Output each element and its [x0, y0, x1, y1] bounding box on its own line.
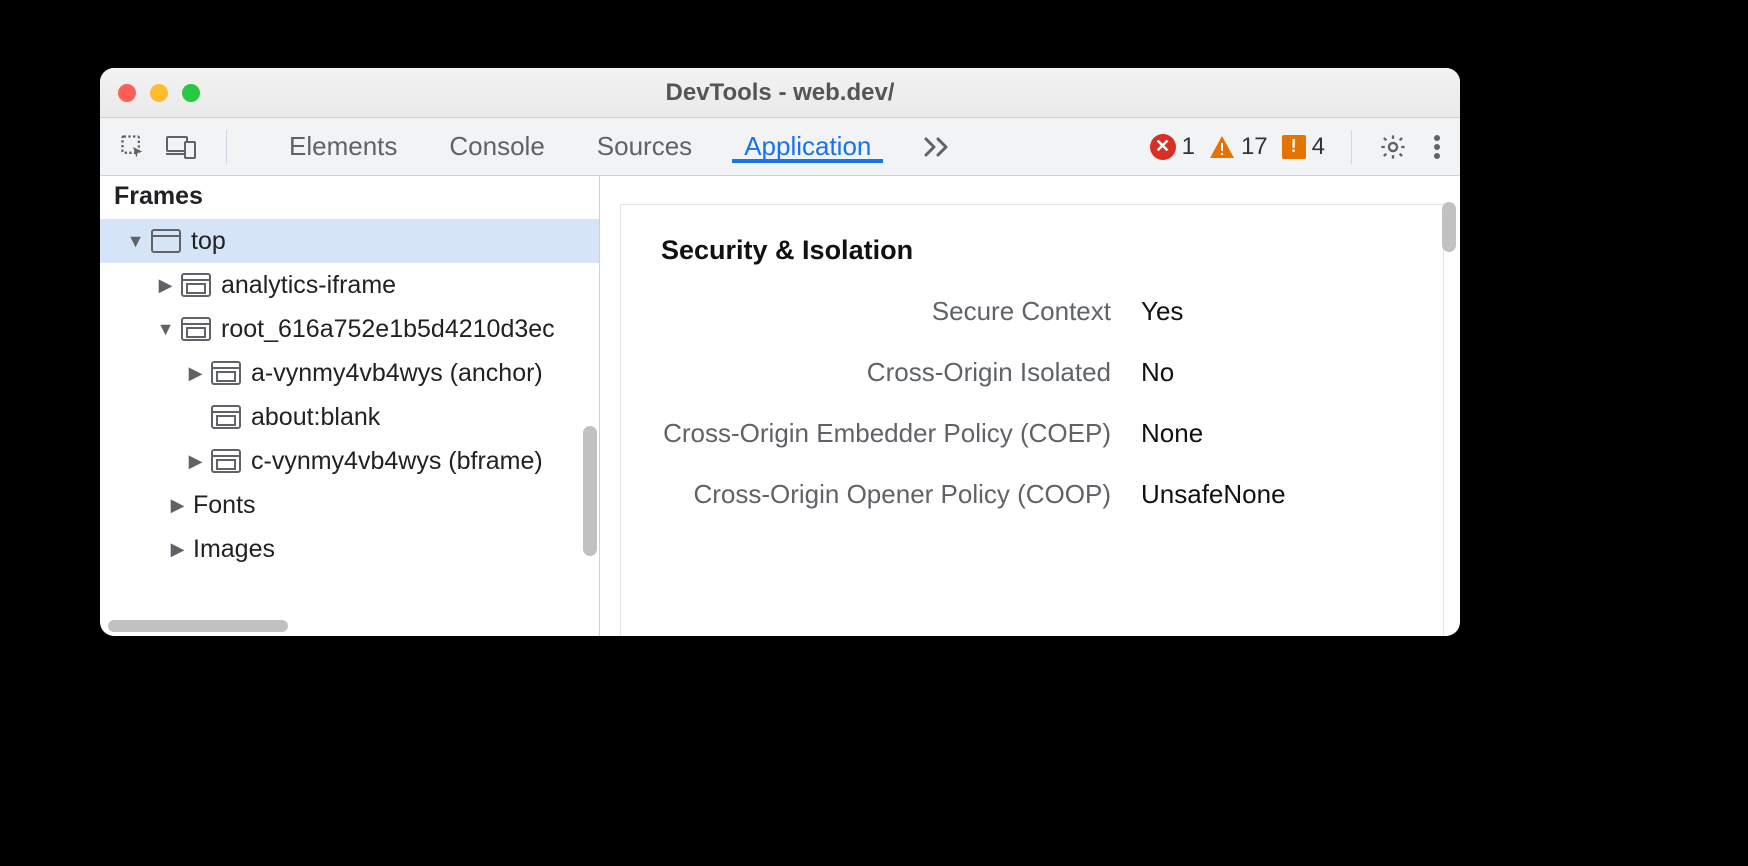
main-scrollbar-vertical[interactable] [1442, 202, 1456, 252]
security-isolation-panel: Security & Isolation Secure Context Yes … [620, 204, 1444, 636]
tree-label: root_616a752e1b5d4210d3ec [221, 315, 555, 344]
toolbar-separator [226, 130, 227, 164]
iframe-icon [181, 273, 211, 297]
kv-key: Cross-Origin Opener Policy (COOP) [661, 479, 1141, 510]
devtools-tabs: Elements Console Sources Application [277, 131, 965, 162]
toolbar-right: ✕ 1 17 ! 4 [1150, 130, 1452, 164]
devtools-window: DevTools - web.dev/ Elements Console [100, 68, 1460, 636]
kv-row: Secure Context Yes [661, 296, 1403, 327]
window-icon [151, 229, 181, 253]
devtools-toolbar: Elements Console Sources Application ✕ 1 [100, 118, 1460, 176]
sidebar-scrollbar-horizontal[interactable] [108, 620, 288, 632]
kv-value: Yes [1141, 296, 1183, 327]
sidebar-scrollbar-vertical[interactable] [583, 426, 597, 556]
tabs-overflow[interactable] [911, 131, 965, 162]
tree-label: analytics-iframe [221, 271, 396, 300]
tree-item-bframe[interactable]: ▶ c-vynmy4vb4wys (bframe) [100, 439, 599, 483]
titlebar: DevTools - web.dev/ [100, 68, 1460, 118]
iframe-icon [211, 361, 241, 385]
tree-label: a-vynmy4vb4wys (anchor) [251, 359, 543, 388]
kv-row: Cross-Origin Isolated No [661, 357, 1403, 388]
kebab-menu-icon[interactable] [1422, 132, 1452, 162]
inspect-element-icon[interactable] [118, 132, 148, 162]
window-title: DevTools - web.dev/ [100, 79, 1460, 107]
kv-value: None [1141, 418, 1203, 449]
panel-section-title: Security & Isolation [661, 235, 1403, 266]
disclosure-right-icon[interactable]: ▶ [188, 363, 203, 384]
zoom-window-button[interactable] [182, 84, 200, 102]
iframe-icon [181, 317, 211, 341]
tab-console[interactable]: Console [437, 131, 556, 162]
toolbar-separator-right [1351, 130, 1352, 164]
tree-label: Images [193, 535, 275, 564]
warning-icon [1209, 135, 1235, 159]
iframe-icon [211, 449, 241, 473]
disclosure-down-icon[interactable]: ▼ [158, 319, 173, 340]
kv-key: Secure Context [661, 296, 1141, 327]
kv-row: Cross-Origin Embedder Policy (COEP) None [661, 418, 1403, 449]
toolbar-left: Elements Console Sources Application [108, 130, 965, 164]
disclosure-right-icon[interactable]: ▶ [158, 275, 173, 296]
errors-count: 1 [1182, 133, 1195, 161]
frames-tree: ▼ top ▶ analytics-iframe ▼ [100, 219, 599, 571]
tree-label: Fonts [193, 491, 256, 520]
disclosure-down-icon[interactable]: ▼ [128, 231, 143, 252]
disclosure-right-icon[interactable]: ▶ [188, 451, 203, 472]
device-toggle-icon[interactable] [166, 132, 196, 162]
kv-key: Cross-Origin Embedder Policy (COEP) [661, 418, 1141, 449]
chevrons-right-icon [923, 136, 953, 158]
issues-icon: ! [1282, 135, 1306, 159]
iframe-icon [211, 405, 241, 429]
kv-row: Cross-Origin Opener Policy (COOP) Unsafe… [661, 479, 1403, 510]
kv-key: Cross-Origin Isolated [661, 357, 1141, 388]
warnings-count: 17 [1241, 133, 1268, 161]
tree-item-fonts[interactable]: ▶ Fonts [100, 483, 599, 527]
tree-item-about-blank[interactable]: about:blank [100, 395, 599, 439]
tree-label: top [191, 227, 226, 256]
error-icon: ✕ [1150, 134, 1176, 160]
tab-sources[interactable]: Sources [585, 131, 704, 162]
tab-elements[interactable]: Elements [277, 131, 409, 162]
frames-sidebar: Frames ▼ top ▶ analytics-iframe [100, 176, 600, 636]
warnings-badge[interactable]: 17 [1209, 133, 1268, 161]
issues-badge[interactable]: ! 4 [1282, 133, 1325, 161]
close-window-button[interactable] [118, 84, 136, 102]
tree-item-anchor[interactable]: ▶ a-vynmy4vb4wys (anchor) [100, 351, 599, 395]
disclosure-right-icon[interactable]: ▶ [170, 539, 185, 560]
disclosure-right-icon[interactable]: ▶ [170, 495, 185, 516]
tree-item-images[interactable]: ▶ Images [100, 527, 599, 571]
tree-label: c-vynmy4vb4wys (bframe) [251, 447, 543, 476]
sidebar-header: Frames [100, 176, 599, 219]
kv-value: No [1141, 357, 1174, 388]
content-area: Frames ▼ top ▶ analytics-iframe [100, 176, 1460, 636]
traffic-lights [118, 84, 200, 102]
issues-count: 4 [1312, 133, 1325, 161]
kv-value: UnsafeNone [1141, 479, 1286, 510]
errors-badge[interactable]: ✕ 1 [1150, 133, 1195, 161]
tree-item-analytics-iframe[interactable]: ▶ analytics-iframe [100, 263, 599, 307]
tab-application[interactable]: Application [732, 131, 883, 162]
tree-item-root[interactable]: ▼ root_616a752e1b5d4210d3ec [100, 307, 599, 351]
main-panel: Security & Isolation Secure Context Yes … [600, 176, 1460, 636]
minimize-window-button[interactable] [150, 84, 168, 102]
tree-item-top[interactable]: ▼ top [100, 219, 599, 263]
tree-label: about:blank [251, 403, 380, 432]
gear-icon[interactable] [1378, 132, 1408, 162]
